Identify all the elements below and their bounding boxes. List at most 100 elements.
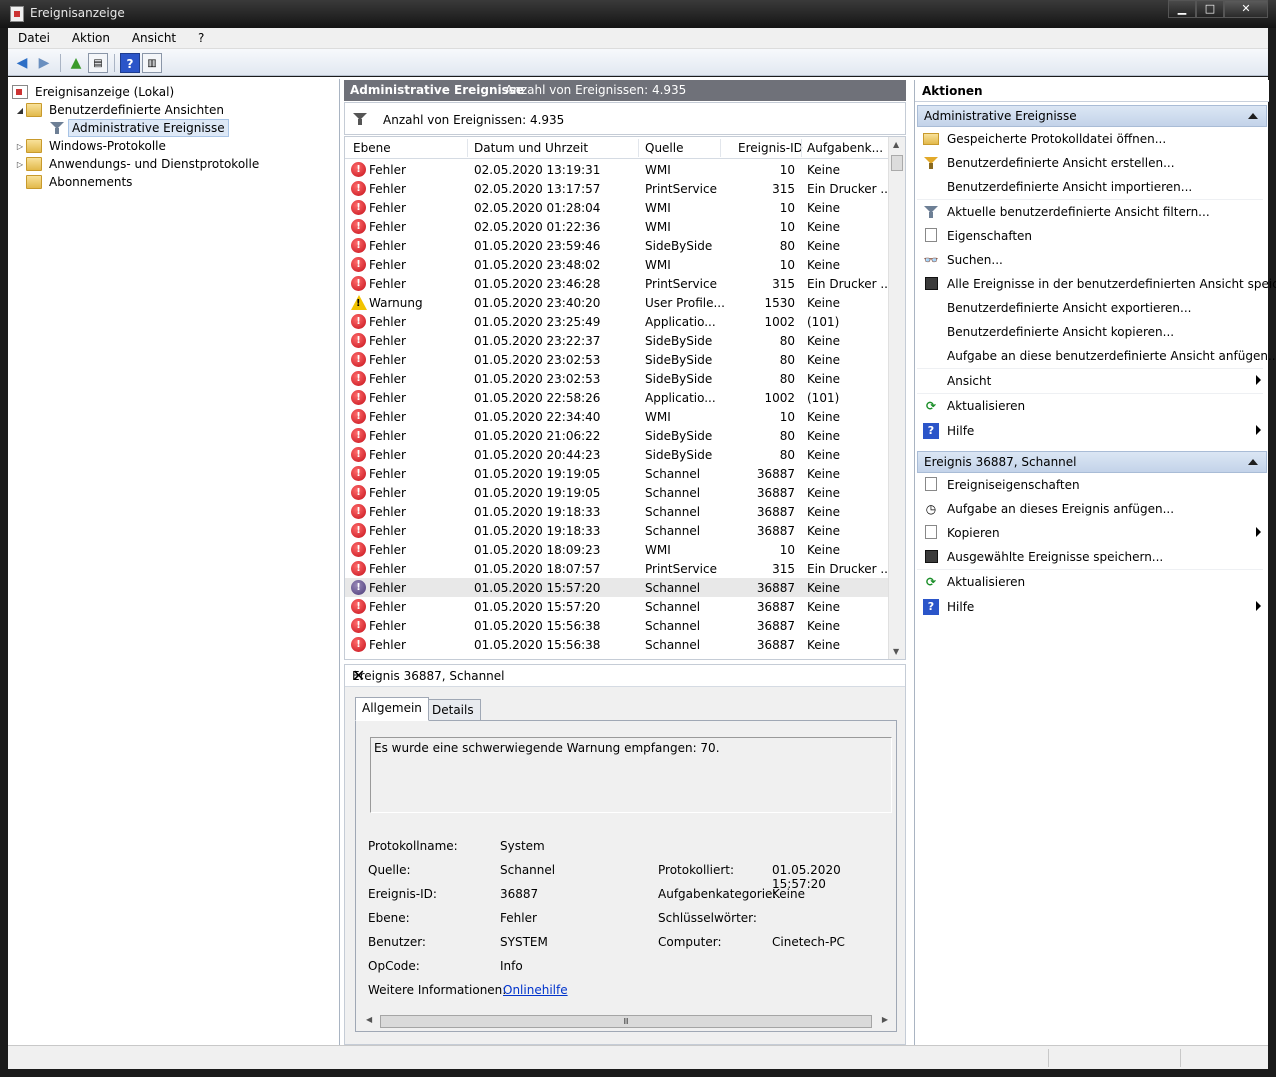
tab-details[interactable]: Details: [425, 699, 481, 721]
collapse-icon[interactable]: ◢: [14, 106, 26, 115]
expand-icon[interactable]: ▷: [14, 142, 26, 151]
action-copy-submenu[interactable]: Kopieren: [917, 522, 1267, 544]
action-view-submenu[interactable]: Ansicht: [917, 370, 1267, 392]
close-icon[interactable]: ✕: [352, 666, 897, 685]
col-event-id[interactable]: Ereignis-ID: [738, 141, 803, 155]
table-row[interactable]: ! Fehler 01.05.2020 23:02:53 SideBySide 80 Ke…: [345, 350, 889, 369]
action-refresh[interactable]: ⟳ Aktualisieren: [917, 395, 1267, 417]
col-level[interactable]: Ebene: [353, 141, 391, 155]
scroll-thumb[interactable]: [891, 155, 903, 171]
action-export-custom-view[interactable]: Benutzerdefinierte Ansicht exportieren..…: [917, 297, 1267, 319]
tree-app-service-logs[interactable]: ▷ Anwendungs- und Dienstprotokolle: [14, 155, 262, 173]
table-row[interactable]: ! Fehler 01.05.2020 15:56:38 Schannel 36887 K…: [345, 616, 889, 635]
action-save-selected-events[interactable]: Ausgewählte Ereignisse speichern...: [917, 546, 1267, 568]
help-icon[interactable]: ?: [120, 53, 140, 73]
table-row[interactable]: ! Fehler 01.05.2020 23:48:02 WMI 10 Keine: [345, 255, 889, 274]
menu-ansicht[interactable]: Ansicht: [122, 28, 184, 45]
forward-arrow-icon[interactable]: ▶: [34, 53, 54, 73]
close-button[interactable]: ✕: [1224, 0, 1268, 18]
action-refresh-2[interactable]: ⟳ Aktualisieren: [917, 571, 1267, 593]
menu-aktion[interactable]: Aktion: [62, 28, 118, 45]
collapse-icon[interactable]: [1248, 113, 1258, 119]
minimize-button[interactable]: ▁: [1168, 0, 1196, 18]
up-folder-icon[interactable]: ▲: [66, 53, 86, 73]
table-row[interactable]: ! Fehler 01.05.2020 15:56:38 Schannel 36887 K…: [345, 635, 889, 654]
tree-admin-events[interactable]: Administrative Ereignisse: [50, 119, 229, 137]
cell-event-id: 36887: [756, 638, 795, 652]
tree-root[interactable]: Ereignisanzeige (Lokal): [12, 83, 177, 101]
action-help-submenu-2[interactable]: ? Hilfe: [917, 596, 1267, 618]
table-row[interactable]: ! Fehler 02.05.2020 01:28:04 WMI 10 Keine: [345, 198, 889, 217]
table-row[interactable]: ! Fehler 01.05.2020 22:34:40 WMI 10 Keine: [345, 407, 889, 426]
action-create-custom-view[interactable]: Benutzerdefinierte Ansicht erstellen...: [917, 152, 1267, 174]
action-save-all-events[interactable]: Alle Ereignisse in der benutzerdefiniert…: [917, 273, 1276, 295]
scroll-left-icon[interactable]: ◀: [366, 1015, 372, 1024]
action-import-custom-view[interactable]: Benutzerdefinierte Ansicht importieren..…: [917, 176, 1267, 198]
table-row[interactable]: ! Fehler 01.05.2020 19:19:05 Schannel 36887 K…: [345, 483, 889, 502]
table-row[interactable]: ! Fehler 02.05.2020 13:17:57 PrintService 31…: [345, 179, 892, 198]
cell-event-id: 36887: [756, 619, 795, 633]
cell-level: Fehler: [369, 467, 406, 481]
table-row[interactable]: ! Fehler 01.05.2020 23:22:37 SideBySide 80 Ke…: [345, 331, 889, 350]
expand-icon[interactable]: ▷: [14, 160, 26, 169]
menu-datei[interactable]: Datei: [8, 28, 58, 45]
cell-event-id: 10: [779, 201, 795, 215]
table-row[interactable]: ! Fehler 01.05.2020 19:19:05 Schannel 36887 K…: [345, 464, 889, 483]
table-row[interactable]: ! Fehler 01.05.2020 19:18:33 Schannel 36887 K…: [345, 521, 889, 540]
cell-datetime: 01.05.2020 23:02:53: [474, 353, 601, 367]
tree-windows-logs[interactable]: ▷ Windows-Protokolle: [14, 137, 169, 155]
table-row[interactable]: ! Warnung 01.05.2020 23:40:20 User Profile.…: [345, 293, 889, 312]
action-properties[interactable]: Eigenschaften: [917, 225, 1267, 247]
actions-section-admin-events[interactable]: Administrative Ereignisse: [917, 105, 1267, 127]
table-row[interactable]: ! Fehler 01.05.2020 22:58:26 Applicatio... 1…: [345, 388, 889, 407]
scroll-right-icon[interactable]: ▶: [882, 1015, 888, 1024]
action-copy-custom-view[interactable]: Benutzerdefinierte Ansicht kopieren...: [917, 321, 1267, 343]
col-task[interactable]: Aufgabenk...: [807, 141, 883, 155]
table-row[interactable]: ! Fehler 01.05.2020 15:57:20 Schannel 36887 K…: [345, 578, 889, 597]
table-row[interactable]: ! Fehler 01.05.2020 18:09:23 WMI 10 Keine: [345, 540, 889, 559]
table-row[interactable]: ! Fehler 01.05.2020 23:59:46 SideBySide 80 Ke…: [345, 236, 889, 255]
online-help-link[interactable]: Onlinehilfe: [503, 983, 568, 997]
submenu-arrow-icon: [1256, 601, 1261, 611]
action-search[interactable]: 👓 Suchen...: [917, 249, 1267, 271]
menu-help[interactable]: ?: [188, 28, 212, 45]
table-row[interactable]: ! Fehler 01.05.2020 23:46:28 PrintService 31…: [345, 274, 892, 293]
tab-general[interactable]: Allgemein: [355, 697, 429, 721]
action-attach-task-view[interactable]: Aufgabe an diese benutzerdefinierte Ansi…: [917, 345, 1276, 367]
action-filter-custom-view[interactable]: Aktuelle benutzerdefinierte Ansicht filt…: [917, 201, 1267, 223]
col-datetime[interactable]: Datum und Uhrzeit: [474, 141, 588, 155]
table-row[interactable]: ! Fehler 01.05.2020 21:06:22 SideBySide 80 Ke…: [345, 426, 889, 445]
scroll-thumb[interactable]: Ⅲ: [380, 1015, 872, 1028]
back-arrow-icon[interactable]: ◀: [12, 53, 32, 73]
table-row[interactable]: ! Fehler 02.05.2020 13:19:31 WMI 10 Keine: [345, 160, 889, 179]
scroll-down-icon[interactable]: ▼: [893, 647, 899, 656]
action-attach-task-event[interactable]: ◷ Aufgabe an dieses Ereignis anfügen...: [917, 498, 1267, 520]
table-row[interactable]: ! Fehler 02.05.2020 01:22:36 WMI 10 Keine: [345, 217, 889, 236]
source-value: Schannel: [500, 863, 556, 877]
col-source[interactable]: Quelle: [645, 141, 683, 155]
table-row[interactable]: ! Fehler 01.05.2020 19:18:33 Schannel 36887 K…: [345, 502, 889, 521]
detail-horizontal-scrollbar[interactable]: ◀ Ⅲ ▶: [364, 1013, 890, 1030]
scroll-up-icon[interactable]: ▲: [893, 140, 899, 149]
cell-source: SideBySide: [645, 448, 713, 462]
action-help-submenu[interactable]: ? Hilfe: [917, 420, 1267, 442]
grid-vertical-scrollbar[interactable]: ▲ ▼: [888, 137, 905, 659]
collapse-icon[interactable]: [1248, 459, 1258, 465]
table-row[interactable]: ! Fehler 01.05.2020 20:44:23 SideBySide 80 Ke…: [345, 445, 889, 464]
tree-subscriptions[interactable]: Abonnements: [14, 173, 135, 191]
actions-section-event[interactable]: Ereignis 36887, Schannel: [917, 451, 1267, 473]
tree-custom-views[interactable]: ◢ Benutzerdefinierte Ansichten: [14, 101, 227, 119]
action-open-saved-log[interactable]: Gespeicherte Protokolldatei öffnen...: [917, 128, 1267, 150]
show-hide-tree-icon[interactable]: ▤: [88, 53, 108, 73]
cell-task: Keine: [807, 353, 840, 367]
table-row[interactable]: ! Fehler 01.05.2020 18:07:57 PrintService 31…: [345, 559, 892, 578]
cell-event-id: 1002: [764, 391, 795, 405]
cell-task: Keine: [807, 372, 840, 386]
show-hide-action-pane-icon[interactable]: ▥: [142, 53, 162, 73]
event-message[interactable]: Es wurde eine schwerwiegende Warnung emp…: [370, 737, 892, 813]
action-event-properties[interactable]: Ereigniseigenschaften: [917, 474, 1267, 496]
table-row[interactable]: ! Fehler 01.05.2020 23:02:53 SideBySide 80 Ke…: [345, 369, 889, 388]
table-row[interactable]: ! Fehler 01.05.2020 23:25:49 Applicatio... 1…: [345, 312, 889, 331]
maximize-button[interactable]: □: [1196, 0, 1224, 18]
table-row[interactable]: ! Fehler 01.05.2020 15:57:20 Schannel 36887 K…: [345, 597, 889, 616]
